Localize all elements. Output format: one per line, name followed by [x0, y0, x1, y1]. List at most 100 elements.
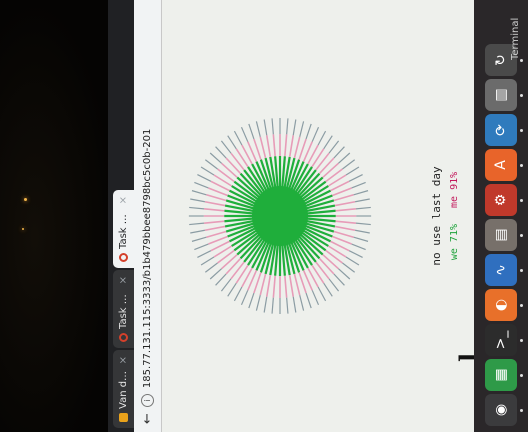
close-icon[interactable]: ×	[118, 196, 129, 204]
ray-middle	[221, 253, 238, 270]
ray-outer	[305, 123, 312, 140]
ray-outer	[190, 198, 206, 203]
ray-outer	[209, 268, 222, 280]
ray-outer	[286, 118, 289, 135]
ray-outer	[351, 243, 366, 251]
running-indicator	[520, 409, 523, 412]
ray-middle	[204, 200, 226, 207]
ray-outer	[311, 290, 320, 306]
files-icon[interactable]: ▤	[485, 219, 523, 251]
light-glint	[22, 228, 24, 230]
ray-outer	[271, 297, 274, 314]
ray-outer	[263, 119, 268, 136]
ray-middle	[293, 136, 301, 159]
monitor-screen: Van der Wa... × Task #4689:... × Task #5…	[108, 0, 528, 432]
page-content: no use last day we 71% me 91% l	[162, 0, 483, 432]
ray-outer	[227, 135, 237, 150]
ray-middle	[335, 220, 357, 224]
ray-outer	[204, 159, 218, 170]
ray-outer	[292, 296, 297, 313]
back-button[interactable]: ←	[140, 413, 155, 424]
ray-middle	[334, 200, 356, 207]
ray-outer	[351, 181, 366, 189]
ray-middle	[206, 230, 227, 238]
ray-middle	[334, 225, 356, 232]
running-indicator	[520, 199, 523, 202]
firefox-icon[interactable]: ◐	[485, 289, 523, 321]
close-icon[interactable]: ×	[118, 356, 129, 364]
window-title: Terminal	[510, 17, 521, 60]
ray-outer	[353, 190, 369, 196]
ray-outer	[189, 206, 205, 210]
trash-icon[interactable]: ▥	[485, 79, 523, 111]
tab-label: Task #4689:...	[118, 288, 129, 329]
running-indicator	[520, 374, 523, 377]
ray-outer	[286, 297, 289, 314]
settings-icon[interactable]: ⚙	[485, 184, 523, 216]
ray-middle	[284, 134, 288, 157]
close-icon[interactable]: ×	[118, 276, 129, 284]
sync-icon[interactable]: ⟳	[485, 114, 523, 146]
ray-outer	[355, 206, 371, 210]
tab-strip: Van der Wa... × Task #4689:... × Task #5…	[108, 0, 134, 432]
ray-middle	[221, 162, 238, 179]
ray-middle	[318, 257, 335, 275]
ray-middle	[230, 152, 245, 171]
ray-middle	[335, 208, 357, 212]
url-field[interactable]: 185.77.131.115:3333/b1b479bbee8798bc5c0b…	[142, 129, 153, 388]
system-monitor-icon[interactable]: ∿	[485, 254, 523, 286]
ray-outer	[323, 135, 333, 150]
ray-middle	[322, 162, 339, 179]
ray-outer	[338, 152, 351, 164]
ray-middle	[288, 135, 295, 158]
circle-icon	[119, 253, 128, 262]
ray-outer	[240, 290, 249, 306]
ray-burst-graphic	[188, 118, 372, 314]
info-icon[interactable]: i	[141, 394, 154, 408]
ray-middle	[230, 261, 245, 280]
ray-outer	[299, 295, 305, 311]
light-glint	[24, 198, 27, 201]
ray-outer	[292, 119, 297, 136]
ray-middle	[203, 208, 225, 212]
spreadsheet-icon[interactable]: ▦	[485, 359, 523, 391]
ray-outer	[255, 121, 261, 137]
terminal-icon[interactable]: >_	[485, 324, 523, 356]
ray-outer	[328, 140, 340, 154]
ray-outer	[354, 198, 370, 203]
ray-outer	[263, 296, 268, 313]
ray-outer	[345, 256, 360, 266]
ray-outer	[333, 146, 345, 159]
ray-outer	[355, 222, 371, 226]
ray-outer	[233, 130, 243, 146]
ray-outer	[345, 166, 360, 176]
tab-task-5636[interactable]: Task #5636... ×	[113, 190, 134, 268]
circle-icon	[119, 333, 128, 342]
tab-label: Van der Wa...	[118, 368, 129, 409]
software-center-icon[interactable]: A	[485, 149, 523, 181]
ray-outer	[220, 278, 232, 292]
ray-outer	[333, 273, 345, 286]
ray-outer	[197, 174, 212, 182]
ray-middle	[204, 225, 226, 232]
ray-outer	[353, 236, 369, 242]
ray-core	[252, 186, 308, 246]
ray-outer	[248, 292, 255, 309]
ray-outer	[311, 126, 320, 142]
ray-middle	[333, 194, 354, 202]
ray-outer	[328, 278, 340, 292]
running-indicator	[520, 304, 523, 307]
ray-outer	[227, 282, 237, 297]
ray-outer	[220, 140, 232, 154]
ray-outer	[323, 282, 333, 297]
ray-middle	[265, 135, 272, 158]
running-indicator	[520, 129, 523, 132]
tab-van-der-waals[interactable]: Van der Wa... ×	[113, 350, 134, 428]
ray-outer	[200, 256, 215, 266]
tab-task-4689[interactable]: Task #4689:... ×	[113, 270, 134, 348]
ray-outer	[190, 229, 206, 234]
ray-outer	[189, 222, 205, 226]
ruler-icon	[119, 413, 128, 422]
ray-middle	[272, 134, 276, 157]
ubuntu-logo-icon[interactable]: ◉	[485, 394, 523, 426]
